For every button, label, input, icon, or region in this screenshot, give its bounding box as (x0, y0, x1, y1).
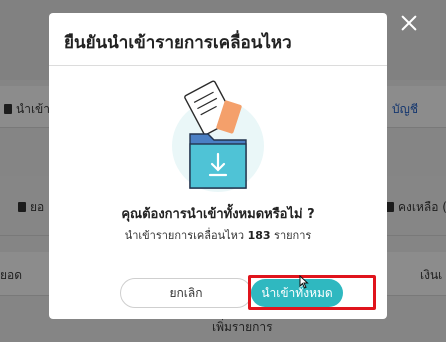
mouse-cursor-icon (299, 275, 309, 289)
highlight-annotation (248, 275, 376, 310)
import-folder-illustration (172, 80, 264, 192)
confirm-import-dialog: ยืนยันนำเข้ารายการเคลื่อนไหว คุณต้องการน… (49, 13, 387, 319)
close-icon[interactable] (398, 12, 420, 34)
cancel-button[interactable]: ยกเลิก (120, 278, 252, 308)
detail-prefix: นำเข้ารายการเคลื่อนไหว (124, 229, 245, 242)
detail-suffix: รายการ (274, 229, 312, 242)
title-divider (49, 65, 387, 66)
detail-count: 183 (247, 229, 271, 242)
dialog-title: ยืนยันนำเข้ารายการเคลื่อนไหว (64, 33, 292, 53)
dialog-question: คุณต้องการนำเข้าทั้งหมดหรือไม่ ? (121, 207, 315, 222)
dialog-detail: นำเข้ารายการเคลื่อนไหว 183 รายการ (49, 226, 387, 244)
